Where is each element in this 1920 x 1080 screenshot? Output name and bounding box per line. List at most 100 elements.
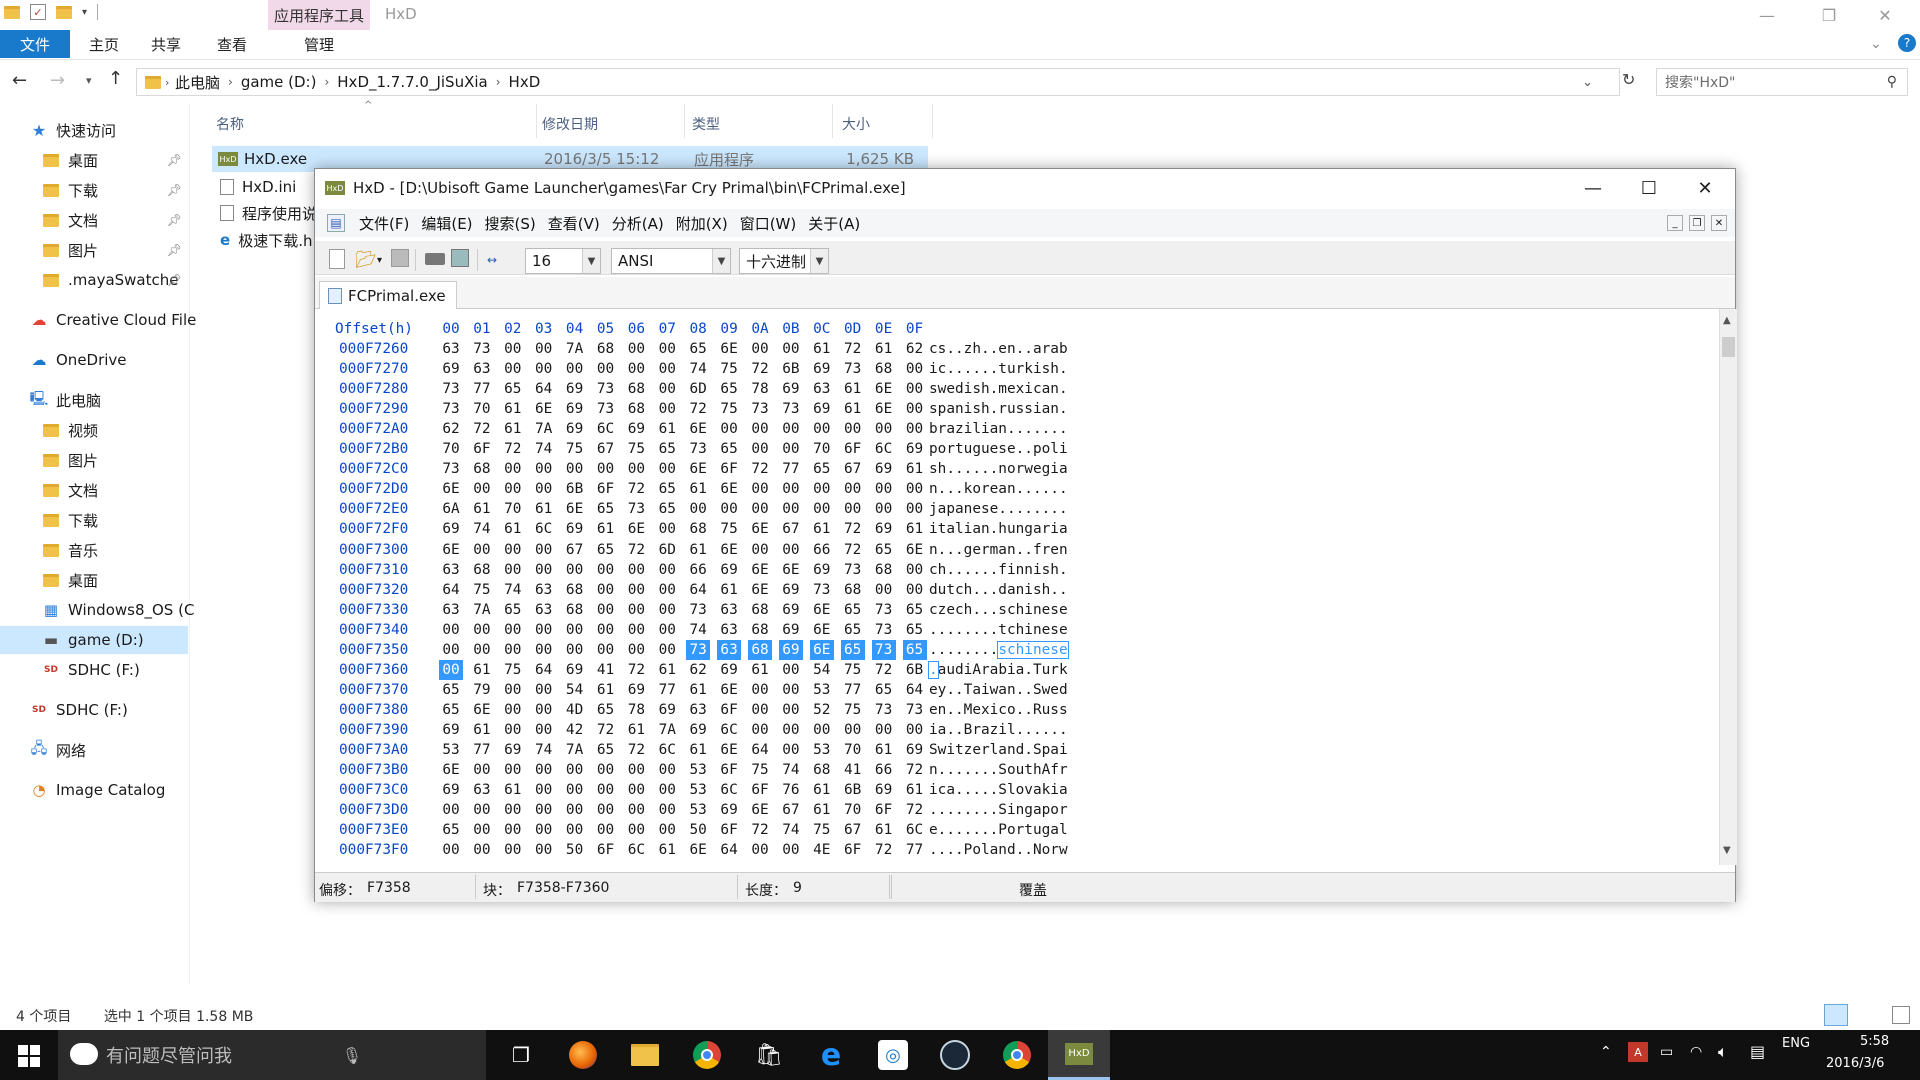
hxd-close-button[interactable]: ✕ xyxy=(1677,169,1733,207)
minimize-button[interactable]: — xyxy=(1744,0,1790,30)
hex-editor-view[interactable]: Offset(h) 00 01 02 03 04 05 06 07 08 09 0A 0B 0C 0D 0E 0… xyxy=(315,309,1719,865)
volume-icon[interactable]: 🔈︎ xyxy=(1718,1042,1728,1062)
hxd-maximize-button[interactable]: ☐ xyxy=(1621,169,1677,207)
nav-drive-f[interactable]: SD SDHC (F:) xyxy=(42,656,140,684)
adobe-tray-icon[interactable]: A xyxy=(1628,1042,1648,1062)
microphone-icon[interactable]: 🎙︎ xyxy=(342,1046,362,1065)
offset-base-select[interactable]: 十六进制 ▼ xyxy=(739,248,829,274)
scroll-down-icon[interactable]: ▼ xyxy=(1723,845,1731,856)
nav-qa-documents[interactable]: 文档 📌︎ xyxy=(42,206,188,234)
address-bar[interactable]: › 此电脑 › game (D:) › HxD_1.7.7.0_JiSuXia … xyxy=(136,68,1620,96)
breadcrumb-item[interactable]: game (D:) xyxy=(241,73,317,91)
nav-pc-music[interactable]: 音乐 xyxy=(42,536,98,564)
menu-extras[interactable]: 附加(X) xyxy=(670,213,734,234)
refresh-icon[interactable]: ↻ xyxy=(1622,70,1635,89)
nav-sdhc[interactable]: SD SDHC (F:) xyxy=(30,696,128,724)
wifi-icon[interactable]: ◠ xyxy=(1690,1044,1702,1060)
mdi-close-button[interactable]: ✕ xyxy=(1711,215,1727,231)
ribbon-expand-icon[interactable]: ⌄ xyxy=(1870,36,1882,52)
address-dropdown-icon[interactable]: ⌄ xyxy=(1582,75,1593,90)
menu-edit[interactable]: 编辑(E) xyxy=(415,213,478,234)
taskbar-search[interactable]: 有问题尽管问我 🎙︎ xyxy=(58,1030,486,1080)
nav-pc-downloads[interactable]: 下载 xyxy=(42,506,98,534)
tab-share[interactable]: 共享 xyxy=(142,30,190,58)
nav-onedrive[interactable]: ☁ OneDrive xyxy=(30,346,127,374)
battery-icon[interactable]: ▭ xyxy=(1660,1044,1673,1060)
nav-creative-cloud[interactable]: ☁ Creative Cloud File xyxy=(30,306,197,334)
help-icon[interactable]: ? xyxy=(1898,34,1916,52)
tab-manage[interactable]: 管理 xyxy=(268,30,370,58)
uplay-icon[interactable]: ◎ xyxy=(862,1030,924,1080)
nav-image-catalog[interactable]: ◔ Image Catalog xyxy=(30,776,165,804)
breadcrumb-item[interactable]: 此电脑 xyxy=(175,72,220,93)
file-explorer-icon[interactable] xyxy=(614,1030,676,1080)
menu-analysis[interactable]: 分析(A) xyxy=(606,213,670,234)
chevron-down-icon[interactable]: ▼ xyxy=(712,249,730,273)
column-modified[interactable]: 修改日期 xyxy=(542,114,598,134)
firefox-icon[interactable] xyxy=(552,1030,614,1080)
close-button[interactable]: ✕ xyxy=(1862,0,1908,30)
menu-file[interactable]: 文件(F) xyxy=(353,213,415,234)
clock-time[interactable]: 5:58 xyxy=(1860,1034,1889,1049)
search-icon[interactable]: ⚲ xyxy=(1887,74,1897,90)
forward-arrow-icon[interactable]: → xyxy=(50,70,65,91)
nav-drive-c[interactable]: ▦ Windows8_OS (C xyxy=(42,596,195,624)
nav-drive-d[interactable]: ▬ game (D:) xyxy=(0,626,188,654)
file-row[interactable]: e 极速下载.h xyxy=(212,227,312,253)
language-indicator[interactable]: ENG xyxy=(1782,1036,1810,1051)
breadcrumb-item[interactable]: HxD xyxy=(509,73,541,91)
menu-view[interactable]: 查看(V) xyxy=(542,213,606,234)
search-input[interactable]: 搜索"HxD" ⚲ xyxy=(1656,68,1908,96)
properties-icon[interactable]: ✓ xyxy=(30,4,46,20)
back-arrow-icon[interactable]: ← xyxy=(12,70,27,91)
open-disk-icon[interactable] xyxy=(425,253,445,265)
action-center-icon[interactable]: ▤ xyxy=(1750,1042,1765,1061)
file-row[interactable]: 程序使用说 xyxy=(212,200,317,226)
scroll-up-icon[interactable]: ▲ xyxy=(1723,315,1731,326)
tab-view[interactable]: 查看 xyxy=(208,30,256,58)
nav-qa-downloads[interactable]: 下载 📌︎ xyxy=(42,176,188,204)
hxd-minimize-button[interactable]: — xyxy=(1565,169,1621,207)
tab-file[interactable]: 文件 xyxy=(0,30,70,58)
tab-home[interactable]: 主页 xyxy=(80,30,128,58)
tab-fcprimal[interactable]: FCPrimal.exe xyxy=(319,281,457,309)
nav-quick-access[interactable]: ★ 快速访问 xyxy=(30,116,116,144)
chrome-icon[interactable] xyxy=(676,1030,738,1080)
task-view-icon[interactable]: ❐ xyxy=(490,1030,552,1080)
nav-qa-desktop[interactable]: 桌面 📌︎ xyxy=(42,146,188,174)
up-arrow-icon[interactable]: ↑ xyxy=(108,68,123,89)
menu-about[interactable]: 关于(A) xyxy=(802,213,866,234)
open-ram-icon[interactable] xyxy=(451,249,469,267)
nav-network[interactable]: 🖧︎ 网络 xyxy=(30,736,86,764)
steam-icon[interactable] xyxy=(924,1030,986,1080)
edge-icon[interactable]: e xyxy=(800,1030,862,1080)
restore-button[interactable]: ❐ xyxy=(1806,0,1852,30)
large-icons-view-icon[interactable] xyxy=(1892,1006,1910,1024)
open-dropdown-icon[interactable]: ▾ xyxy=(377,249,382,271)
nav-qa-pictures[interactable]: 图片 📌︎ xyxy=(42,236,188,264)
nav-pc-desktop[interactable]: 桌面 xyxy=(42,566,98,594)
details-view-icon[interactable] xyxy=(1824,1004,1848,1026)
chevron-down-icon[interactable]: ▼ xyxy=(582,249,600,273)
charset-select[interactable]: ANSI ▼ xyxy=(611,248,731,274)
clock-date[interactable]: 2016/3/6 xyxy=(1826,1056,1884,1071)
nav-pc-documents[interactable]: 文档 xyxy=(42,476,98,504)
file-row[interactable]: HxD.ini xyxy=(212,174,296,200)
hxd-taskbar-icon[interactable]: HxD xyxy=(1048,1030,1110,1080)
open-folder-icon[interactable]: 📂︎ xyxy=(355,249,377,271)
menu-window[interactable]: 窗口(W) xyxy=(734,213,803,234)
scroll-thumb[interactable] xyxy=(1722,337,1735,357)
new-file-icon[interactable] xyxy=(329,249,345,269)
menu-search[interactable]: 搜索(S) xyxy=(479,213,542,234)
breadcrumb-item[interactable]: HxD_1.7.7.0_JiSuXia xyxy=(337,73,487,91)
column-name[interactable]: 名称 xyxy=(216,114,244,134)
nav-pc-pictures[interactable]: 图片 xyxy=(42,446,98,474)
vertical-scrollbar[interactable]: ▲ ▼ xyxy=(1719,309,1737,865)
column-type[interactable]: 类型 xyxy=(692,114,720,134)
qat-dropdown-icon[interactable]: ▾ xyxy=(82,7,87,18)
store-icon[interactable]: 🛍︎ xyxy=(738,1030,800,1080)
nav-qa-mayaswatche[interactable]: .mayaSwatche 📌︎ xyxy=(42,266,188,294)
recent-locations-icon[interactable]: ▾ xyxy=(86,74,92,87)
nav-this-pc[interactable]: 🖳︎ 此电脑 xyxy=(30,386,101,414)
show-hidden-icons[interactable]: ⌃ xyxy=(1600,1044,1612,1060)
